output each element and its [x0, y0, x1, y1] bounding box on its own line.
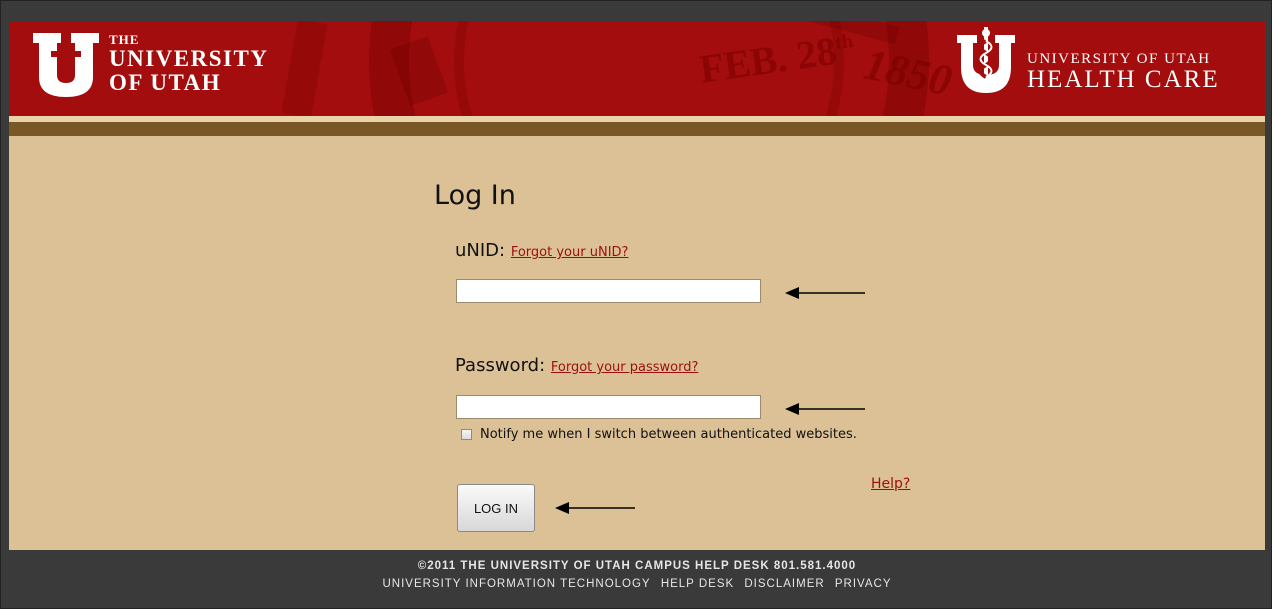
notify-label: Notify me when I switch between authenti…	[480, 427, 857, 442]
footer-copyright: ©2011 THE UNIVERSITY OF UTAH CAMPUS HELP…	[417, 560, 857, 572]
health-care-wordmark: UNIVERSITY OF UTAH HEALTH CARE	[1027, 51, 1220, 93]
footer-link-help-desk[interactable]: HELP DESK	[661, 578, 734, 590]
top-bar	[9, 9, 1265, 21]
unid-arrow-icon	[785, 287, 865, 299]
footer-link-disclaimer[interactable]: DISCLAIMER	[744, 578, 824, 590]
forgot-unid-link[interactable]: Forgot your uNID?	[511, 245, 629, 260]
login-arrow-icon	[555, 502, 635, 514]
unid-label-row: uNID: Forgot your uNID?	[455, 240, 628, 261]
browser-frame: FEB. 28th 1850 THE UNIVERSITY OF UTAH UN…	[0, 0, 1272, 609]
footer-link-privacy[interactable]: PRIVACY	[835, 578, 892, 590]
footer-link-uit[interactable]: UNIVERSITY INFORMATION TECHNOLOGY	[382, 578, 650, 590]
login-area: Log In uNID: Forgot your uNID? Password:…	[9, 136, 1265, 550]
password-arrow-icon	[785, 403, 865, 415]
forgot-password-link[interactable]: Forgot your password?	[551, 360, 699, 375]
password-input[interactable]	[456, 395, 761, 419]
password-label-row: Password: Forgot your password?	[455, 355, 698, 376]
footer: ©2011 THE UNIVERSITY OF UTAH CAMPUS HELP…	[9, 550, 1265, 608]
notify-checkbox[interactable]	[461, 429, 472, 440]
password-label: Password:	[455, 355, 546, 376]
university-u-logo	[33, 33, 99, 97]
header-banner: FEB. 28th 1850 THE UNIVERSITY OF UTAH UN…	[9, 21, 1265, 116]
footer-links: UNIVERSITY INFORMATION TECHNOLOGY HELP D…	[9, 578, 1265, 590]
page: FEB. 28th 1850 THE UNIVERSITY OF UTAH UN…	[9, 9, 1265, 608]
page-title: Log In	[434, 180, 516, 211]
health-care-logo	[957, 27, 1015, 93]
login-button[interactable]: LOG IN	[457, 484, 535, 532]
unid-label: uNID:	[455, 240, 506, 261]
unid-input[interactable]	[456, 279, 761, 303]
notify-row: Notify me when I switch between authenti…	[461, 427, 857, 442]
header-stripe-brown	[9, 122, 1265, 136]
help-link[interactable]: Help?	[871, 476, 910, 492]
university-wordmark: THE UNIVERSITY OF UTAH	[109, 32, 269, 95]
